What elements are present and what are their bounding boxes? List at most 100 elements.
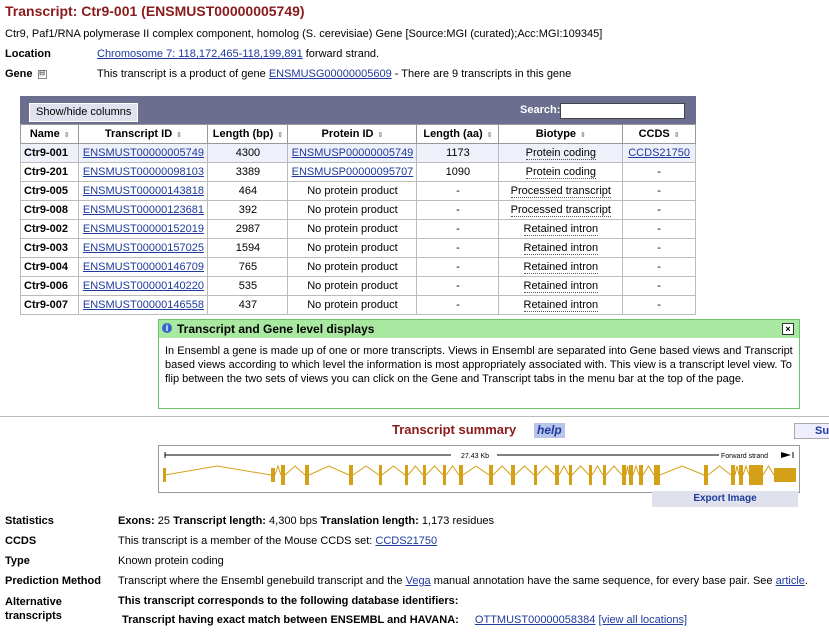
sort-icon[interactable]: ⇕ — [487, 132, 493, 139]
cell-text: - — [456, 280, 460, 292]
column-header[interactable]: Biotype ⇕ — [498, 124, 624, 144]
collapse-icon[interactable]: ⊟ — [37, 69, 47, 79]
cell-link[interactable]: ENSMUST00000005749 — [83, 147, 204, 159]
cell-text: Ctr9-002 — [24, 223, 69, 235]
cell-text: Retained intron — [523, 261, 599, 274]
sort-icon[interactable]: ⇕ — [674, 132, 680, 139]
table-row: Ctr9-003 ENSMUST00000157025 1594 No protein… — [19, 238, 696, 258]
cell-text: - — [456, 242, 460, 254]
page-title: Transcript: Ctr9-001 (ENSMUST00000005749… — [5, 3, 305, 19]
search-input[interactable] — [560, 103, 685, 119]
intron — [734, 465, 740, 476]
cell-text: 1594 — [235, 242, 261, 254]
intron — [605, 465, 623, 476]
location-value: Chromosome 7: 118,172,465-118,199,891 fo… — [97, 48, 379, 60]
show-hide-columns-button[interactable]: Show/hide columns — [29, 103, 139, 122]
export-image-button[interactable]: Export Image — [652, 491, 798, 507]
help-button[interactable]: help — [534, 423, 565, 438]
table-cell: 765 — [207, 257, 289, 277]
cell-text: Processed transcript — [510, 185, 611, 198]
table-cell: Processed transcript — [498, 200, 624, 220]
ccds-link[interactable]: CCDS21750 — [375, 535, 437, 547]
column-header[interactable]: Name ⇕ — [19, 124, 80, 144]
sort-icon[interactable]: ⇕ — [176, 132, 182, 139]
view-all-locations-link[interactable]: [view all locations] — [598, 614, 687, 626]
exon — [749, 465, 763, 485]
exon — [405, 465, 408, 485]
su-button[interactable]: Su — [794, 423, 829, 439]
cell-link[interactable]: ENSMUST00000152019 — [83, 223, 204, 235]
exon — [603, 465, 606, 485]
location-suffix: forward strand. — [302, 48, 380, 60]
intron — [571, 465, 590, 476]
cell-link[interactable]: ENSMUSP00000095707 — [292, 166, 414, 178]
info-panel-title: Transcript and Gene level displays — [177, 322, 375, 336]
cell-link[interactable]: CCDS21750 — [628, 147, 690, 159]
column-header[interactable]: CCDS ⇕ — [622, 124, 696, 144]
cell-text: - — [657, 204, 661, 216]
sort-icon[interactable]: ⇕ — [378, 132, 384, 139]
transcript-structure-svg: 27.43 Kb Forward strand — [163, 452, 796, 485]
cell-text: 392 — [238, 204, 258, 216]
cell-text: No protein product — [307, 242, 398, 254]
table-row: Ctr9-002 ENSMUST00000152019 2987 No protein… — [19, 219, 696, 239]
vega-link[interactable]: Vega — [406, 575, 431, 587]
intron — [164, 465, 272, 476]
cell-link[interactable]: ENSMUST00000143818 — [83, 185, 204, 197]
strand-arrow-icon — [781, 452, 791, 458]
table-cell: ENSMUST00000005749 — [78, 143, 209, 163]
gene-label-row: Gene ⊟ — [5, 68, 47, 80]
cell-link[interactable]: ENSMUST00000140220 — [83, 280, 204, 292]
tlen-label: Transcript length: — [173, 515, 266, 527]
table-cell: No protein product — [287, 219, 418, 239]
cell-text: - — [456, 261, 460, 273]
cell-link[interactable]: ENSMUSP00000005749 — [292, 147, 414, 159]
table-cell: 535 — [207, 276, 289, 296]
table-cell: ENSMUSP00000005749 — [287, 143, 418, 163]
exon — [349, 465, 353, 485]
column-header[interactable]: Transcript ID ⇕ — [78, 124, 209, 144]
gene-link[interactable]: ENSMUSG00000005609 — [269, 68, 392, 80]
column-header-label: Name — [29, 128, 60, 140]
exon — [622, 465, 626, 485]
intron — [742, 464, 750, 476]
column-header-label: Transcript ID — [104, 128, 173, 140]
cell-link[interactable]: ENSMUST00000157025 — [83, 242, 204, 254]
table-cell: Processed transcript — [498, 181, 624, 201]
strand-label: Forward strand — [721, 453, 768, 460]
prediction-value: Transcript where the Ensembl genebuild t… — [118, 575, 808, 587]
cell-text: Ctr9-006 — [24, 280, 69, 292]
exon — [774, 468, 796, 482]
column-header[interactable]: Length (aa) ⇕ — [416, 124, 500, 144]
info-panel-body: In Ensembl a gene is made up of one or m… — [165, 345, 793, 385]
table-cell: 3389 — [207, 162, 289, 182]
column-header[interactable]: Length (bp) ⇕ — [207, 124, 289, 144]
location-link[interactable]: Chromosome 7: 118,172,465-118,199,891 — [97, 48, 303, 60]
table-cell: No protein product — [287, 181, 418, 201]
location-label: Location — [5, 48, 51, 60]
sort-icon[interactable]: ⇕ — [277, 132, 283, 139]
sort-icon[interactable]: ⇕ — [64, 132, 70, 139]
intron — [625, 465, 630, 476]
column-header[interactable]: Protein ID ⇕ — [287, 124, 418, 144]
exon — [739, 465, 743, 485]
cell-link[interactable]: ENSMUST00000146709 — [83, 261, 204, 273]
article-link[interactable]: article — [776, 575, 805, 587]
column-header-label: Length (aa) — [423, 128, 483, 140]
cell-text: - — [456, 185, 460, 197]
intron — [558, 464, 570, 476]
close-icon[interactable]: × — [782, 323, 794, 335]
info-panel: i Transcript and Gene level displays × I… — [158, 319, 800, 409]
gene-value: This transcript is a product of gene ENS… — [97, 68, 571, 80]
table-cell: - — [622, 200, 696, 220]
intron — [407, 465, 424, 476]
statistics-value: Exons: 25 Transcript length: 4,300 bps T… — [118, 515, 494, 527]
sort-icon[interactable]: ⇕ — [580, 132, 586, 139]
exon — [639, 465, 643, 485]
cell-link[interactable]: ENSMUST00000146558 — [83, 299, 204, 311]
cell-link[interactable]: ENSMUST00000098103 — [83, 166, 204, 178]
cell-text: 3389 — [235, 166, 261, 178]
pred-text-2: manual annotation have the same sequence… — [430, 575, 776, 587]
cell-link[interactable]: ENSMUST00000123681 — [83, 204, 204, 216]
havana-link[interactable]: OTTMUST00000058384 — [475, 614, 595, 626]
